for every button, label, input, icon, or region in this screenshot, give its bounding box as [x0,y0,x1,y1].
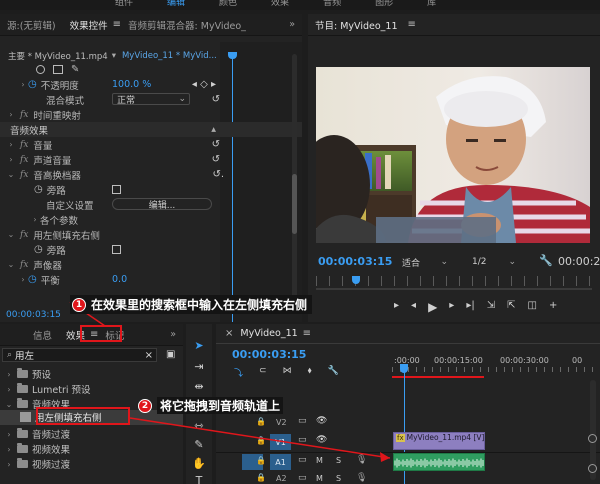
annotation-2: 2 将它拖拽到音频轨道上 [136,396,288,415]
annotation-number: 2 [138,398,152,413]
arrowhead [380,452,390,462]
annotation-text: 在效果里的搜索框中输入在左侧填充右侧 [91,298,308,312]
arrow-line [129,417,391,459]
annotation-text: 将它拖拽到音频轨道上 [157,397,284,414]
annotation-number: 1 [72,297,86,312]
annotation-arrows [69,301,391,462]
annotation-1: 1 在效果里的搜索框中输入在左侧填充右侧 [70,295,313,314]
